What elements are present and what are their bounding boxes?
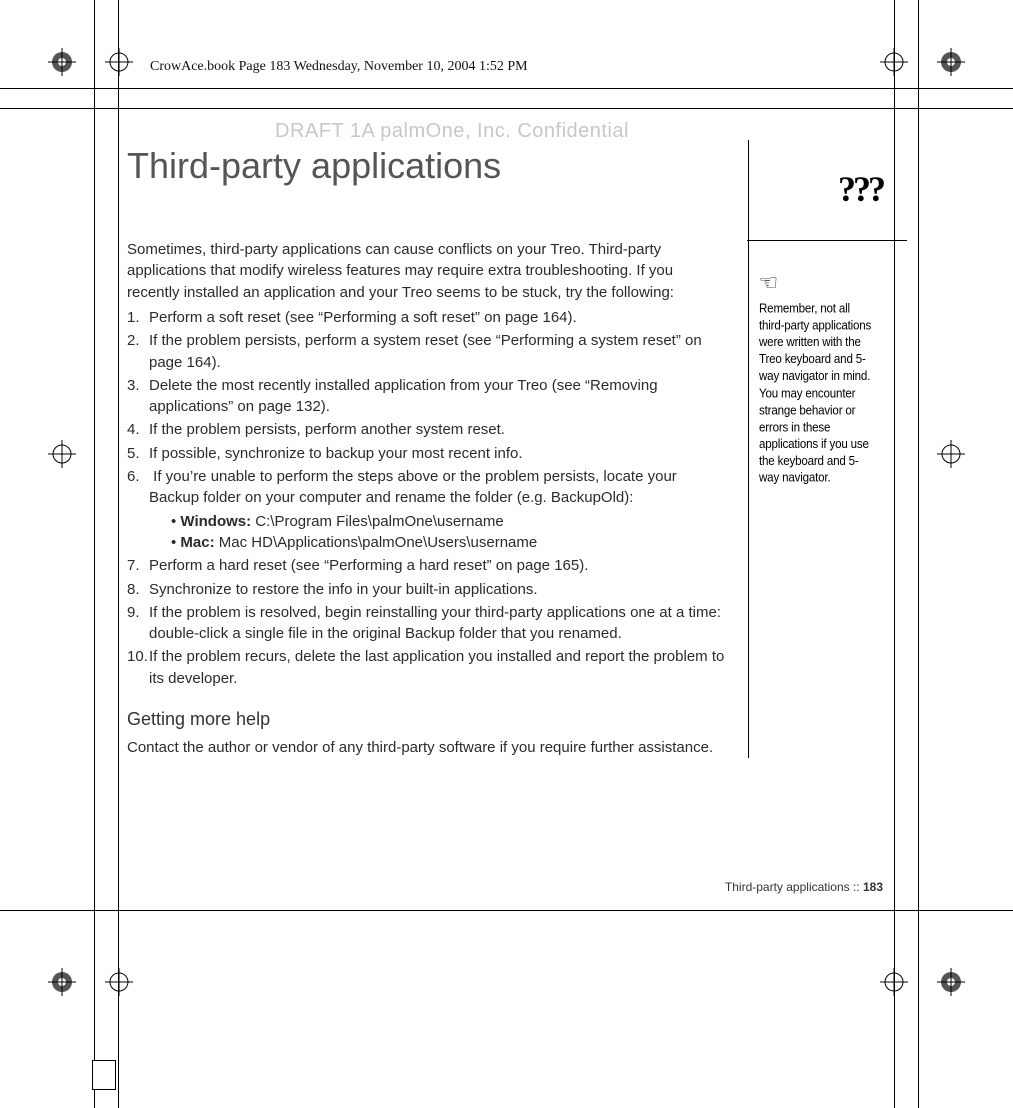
- crop-line: [918, 0, 919, 1108]
- pointing-hand-icon: ☜: [759, 270, 887, 296]
- step-item: If the problem persists, perform a syste…: [127, 330, 730, 373]
- step-item: If the problem persists, perform another…: [127, 419, 730, 440]
- registration-mark-icon: [48, 968, 76, 996]
- footer-label: Third-party applications ::: [725, 880, 863, 894]
- page-number: 183: [863, 880, 883, 894]
- running-header: CrowAce.book Page 183 Wednesday, Novembe…: [150, 59, 528, 75]
- registration-mark-icon: [937, 968, 965, 996]
- step-item: Synchronize to restore the info in your …: [127, 579, 730, 600]
- step-item: Perform a soft reset (see “Performing a …: [127, 307, 730, 328]
- step-item: If you’re unable to perform the steps ab…: [127, 466, 730, 553]
- crop-line: [94, 0, 95, 1108]
- registration-mark-icon: [880, 968, 908, 996]
- intro-text: Sometimes, third-party applications can …: [127, 239, 730, 303]
- step-item: Perform a hard reset (see “Performing a …: [127, 555, 730, 576]
- crop-line: [0, 910, 1013, 911]
- registration-mark-icon: [105, 48, 133, 76]
- crop-line: [894, 0, 895, 1108]
- sub-item: Windows: C:\Program Files\palmOne\userna…: [171, 511, 730, 532]
- step-item: Delete the most recently installed appli…: [127, 375, 730, 418]
- registration-mark-icon: [48, 48, 76, 76]
- path-text: Mac HD\Applications\palmOne\Users\userna…: [215, 534, 538, 551]
- main-column: Third-party applications Sometimes, thir…: [127, 140, 730, 758]
- page-footer: Third-party applications :: 183: [725, 880, 883, 894]
- step-item: If possible, synchronize to backup your …: [127, 443, 730, 464]
- page-body: Third-party applications Sometimes, thir…: [127, 140, 887, 758]
- sub-list: Windows: C:\Program Files\palmOne\userna…: [149, 511, 730, 554]
- sub-item: Mac: Mac HD\Applications\palmOne\Users\u…: [171, 532, 730, 553]
- crop-line: [118, 0, 119, 1108]
- crop-line: [0, 88, 1013, 89]
- steps-list: Perform a soft reset (see “Performing a …: [127, 307, 730, 689]
- step-text: If you’re unable to perform the steps ab…: [149, 468, 677, 506]
- question-marks-icon: ???: [838, 168, 883, 210]
- registration-mark-icon: [880, 48, 908, 76]
- step-item: If the problem recurs, delete the last a…: [127, 646, 730, 689]
- side-rule: [747, 240, 907, 241]
- corner-box: [92, 1060, 116, 1090]
- platform-label: Mac:: [180, 534, 214, 551]
- registration-mark-icon: [105, 968, 133, 996]
- crop-line: [0, 108, 1013, 109]
- help-text: Contact the author or vendor of any thir…: [127, 737, 730, 758]
- registration-mark-icon: [48, 440, 76, 468]
- side-column: ??? ☜ Remember, not all third-party appl…: [748, 140, 887, 758]
- path-text: C:\Program Files\palmOne\username: [251, 513, 504, 530]
- step-item: If the problem is resolved, begin reinst…: [127, 602, 730, 645]
- side-note: Remember, not all third-party applicatio…: [759, 300, 877, 486]
- subheading: Getting more help: [127, 707, 730, 733]
- registration-mark-icon: [937, 440, 965, 468]
- platform-label: Windows:: [180, 513, 251, 530]
- page-title: Third-party applications: [127, 140, 730, 191]
- registration-mark-icon: [937, 48, 965, 76]
